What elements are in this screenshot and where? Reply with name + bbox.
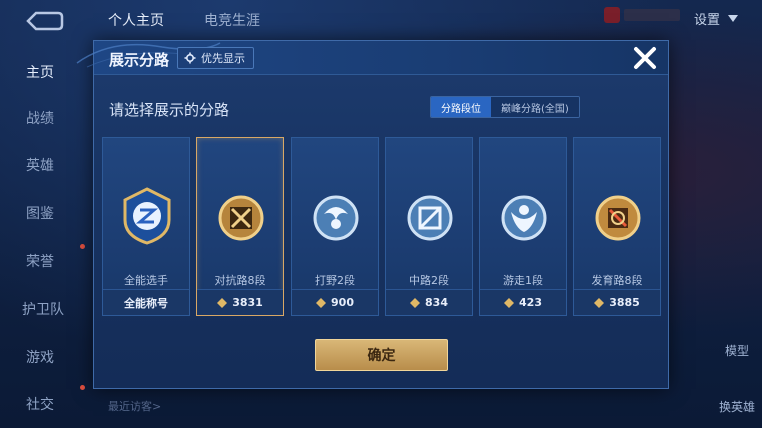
sidebar-item-heroes[interactable]: 英雄 xyxy=(0,150,86,180)
sidebar-item-record[interactable]: 战绩 xyxy=(0,103,86,133)
change-hero-label: 换英雄 xyxy=(718,400,755,414)
lane-card[interactable]: 中路2段 834 xyxy=(385,137,473,316)
confirm-button[interactable]: 确定 xyxy=(315,339,448,371)
settings-label: 设置 xyxy=(693,13,720,28)
chevron-down-icon xyxy=(728,15,738,22)
card-stat-value: 3831 xyxy=(232,296,263,309)
points-icon xyxy=(504,297,515,308)
change-hero-button[interactable]: 换英雄 xyxy=(712,398,762,415)
model-label: 模型 xyxy=(724,344,749,358)
roam-emblem-icon xyxy=(501,195,547,241)
lane-mode-tabs: 分路段位 巅峰分路(全国) xyxy=(430,96,580,118)
sidebar-item-codex[interactable]: 图鉴 xyxy=(0,198,86,228)
tab-lane-rank[interactable]: 分路段位 xyxy=(431,97,491,117)
confirm-label: 确定 xyxy=(367,348,396,364)
close-icon[interactable] xyxy=(632,45,658,71)
card-label: 对抗路8段 xyxy=(214,274,266,287)
lane-cards: 全能选手 全能称号 对抗路8段 3831 打野2段 900 中路2段 834 游… xyxy=(102,137,662,316)
card-label: 中路2段 xyxy=(409,274,449,287)
notification-dot xyxy=(80,244,85,249)
card-stat: 全能称号 xyxy=(103,289,189,315)
gear-icon xyxy=(184,52,196,64)
card-stat: 423 xyxy=(480,289,566,315)
card-stat: 3831 xyxy=(197,289,283,315)
dialog-prompt: 请选择展示的分路 xyxy=(109,101,230,119)
farm-lane-emblem-icon xyxy=(595,195,641,241)
lane-card[interactable]: 对抗路8段 3831 xyxy=(196,137,284,316)
settings-button[interactable]: 设置 xyxy=(694,9,738,28)
points-icon xyxy=(410,297,421,308)
all-round-emblem-icon xyxy=(123,187,171,245)
vip-badge-icon xyxy=(604,7,680,23)
points-icon xyxy=(594,297,605,308)
card-label: 游走1段 xyxy=(503,274,543,287)
sidebar-item-honor[interactable]: 荣誉 xyxy=(0,246,86,276)
dialog-header: 展示分路 优先显示 xyxy=(76,41,668,75)
card-label: 全能选手 xyxy=(124,274,168,287)
priority-display-button[interactable]: 优先显示 xyxy=(177,47,254,69)
lane-card[interactable]: 发育路8段 3885 xyxy=(573,137,661,316)
card-stat: 3885 xyxy=(574,289,660,315)
points-icon xyxy=(217,297,228,308)
mid-lane-emblem-icon xyxy=(407,195,453,241)
card-stat-value: 3885 xyxy=(609,296,640,309)
tab-peak-lane[interactable]: 巅峰分路(全国) xyxy=(491,97,579,117)
lane-display-dialog: 展示分路 优先显示 请选择展示的分路 分路段位 巅峰分路(全国) 全能选手 全能… xyxy=(76,40,669,389)
dialog-title: 展示分路 xyxy=(109,51,170,69)
notification-dot xyxy=(80,385,85,390)
jungle-emblem-icon xyxy=(313,195,359,241)
sidebar-item-social[interactable]: 社交 xyxy=(0,389,86,419)
priority-label: 优先显示 xyxy=(201,52,245,65)
card-label: 发育路8段 xyxy=(591,274,643,287)
lane-card[interactable]: 游走1段 423 xyxy=(479,137,567,316)
card-stat: 900 xyxy=(292,289,378,315)
top-nav: 个人主页 电竞生涯 xyxy=(108,10,260,30)
tab-esports[interactable]: 电竞生涯 xyxy=(204,10,260,30)
back-icon[interactable] xyxy=(24,10,64,32)
clash-lane-emblem-icon xyxy=(218,195,264,241)
sidebar-item-guard[interactable]: 护卫队 xyxy=(0,294,86,324)
tab-profile[interactable]: 个人主页 xyxy=(108,10,164,30)
card-stat-value: 全能称号 xyxy=(124,296,168,310)
points-icon xyxy=(316,297,327,308)
card-stat: 834 xyxy=(386,289,472,315)
lane-card[interactable]: 全能选手 全能称号 xyxy=(102,137,190,316)
card-label: 打野2段 xyxy=(315,274,355,287)
recent-visitors-link[interactable]: 最近访客> xyxy=(108,398,161,414)
lane-card[interactable]: 打野2段 900 xyxy=(291,137,379,316)
model-button[interactable]: 模型 xyxy=(712,342,762,359)
card-stat-value: 423 xyxy=(519,296,542,309)
card-stat-value: 900 xyxy=(331,296,354,309)
sidebar-item-games[interactable]: 游戏 xyxy=(0,342,86,372)
card-stat-value: 834 xyxy=(425,296,448,309)
